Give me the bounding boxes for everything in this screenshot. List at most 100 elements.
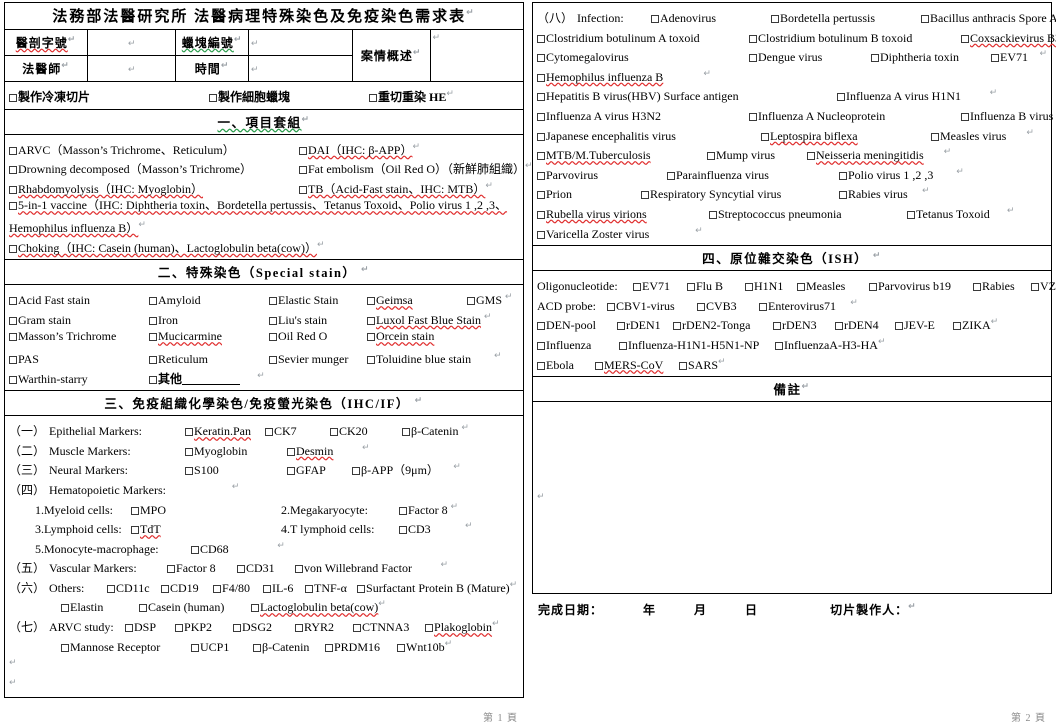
checkbox-icon[interactable] (9, 375, 17, 384)
checkbox-icon bluebox[interactable] (895, 322, 903, 331)
checkbox-icon[interactable] (330, 428, 339, 437)
checkbox-icon bluebox[interactable] (697, 302, 705, 311)
checkbox-icon bluebox[interactable] (961, 34, 969, 43)
checkbox-icon[interactable] (149, 333, 157, 342)
checkbox-icon[interactable] (537, 54, 545, 63)
checkbox-icon[interactable] (537, 132, 545, 141)
other-stain-input[interactable] (182, 383, 241, 385)
checkbox-mucicarmine[interactable]: Mucicarmine (149, 327, 269, 347)
checkbox-icon[interactable] (931, 132, 939, 141)
checkbox-icon[interactable] (961, 112, 969, 121)
checkbox-icon[interactable] (537, 152, 545, 161)
checkbox-icon[interactable] (367, 355, 375, 364)
checkbox-icon bluebox[interactable] (759, 302, 767, 311)
checkbox-icon bluebox[interactable] (633, 283, 641, 292)
checkbox-icon[interactable] (287, 447, 296, 456)
checkbox-icon bluebox[interactable] (595, 361, 603, 370)
checkbox-icon[interactable] (749, 54, 757, 63)
checkbox-icon[interactable] (9, 185, 17, 194)
checkbox-icon[interactable] (131, 526, 139, 535)
checkbox-icon bluebox[interactable] (687, 283, 695, 292)
checkbox-icon bluebox[interactable] (921, 15, 930, 23)
checkbox-ebola[interactable]: Ebola (537, 356, 595, 376)
checkbox-massons-trichrome[interactable]: Masson’s Trichrome (9, 327, 149, 347)
checkbox-icon bluebox[interactable] (869, 283, 877, 292)
checkbox-icon[interactable] (771, 15, 780, 23)
checkbox-icon[interactable] (537, 34, 545, 43)
checkbox-icon bluebox[interactable] (991, 54, 999, 63)
checkbox-icon[interactable] (263, 584, 272, 593)
checkbox-icon[interactable] (537, 230, 545, 239)
checkbox-5-in-1-vaccine[interactable]: 5-in-1 vaccine（IHC: Diphtheria toxin、Bor… (9, 196, 507, 216)
checkbox-icon[interactable] (871, 54, 879, 63)
checkbox-icon[interactable] (265, 428, 274, 437)
checkbox-icon bluebox[interactable] (607, 302, 615, 311)
checkbox-icon[interactable] (149, 355, 157, 364)
checkbox-icon[interactable] (467, 297, 475, 306)
checkbox-icon[interactable] (667, 171, 675, 180)
checkbox-icon[interactable] (213, 584, 222, 593)
checkbox-icon bluebox[interactable] (537, 361, 545, 370)
checkbox-icon[interactable] (295, 624, 304, 633)
checkbox-icon[interactable] (9, 333, 17, 342)
checkbox-icon[interactable] (233, 624, 242, 633)
checkbox-icon bluebox[interactable] (745, 283, 753, 292)
checkbox-icon[interactable] (709, 210, 717, 219)
checkbox-icon bluebox[interactable] (953, 322, 961, 331)
checkbox-icon[interactable] (9, 316, 17, 325)
checkbox-icon bluebox[interactable] (679, 361, 687, 370)
checkbox-icon[interactable] (305, 584, 314, 593)
checkbox-icon[interactable] (237, 565, 246, 574)
checkbox-icon bluebox[interactable] (797, 283, 805, 292)
checkbox-cell-block[interactable]: 製作細胞蠟塊 (209, 88, 369, 108)
checkbox-icon[interactable] (149, 297, 157, 306)
checkbox-icon[interactable] (191, 545, 199, 554)
checkbox-icon[interactable] (299, 185, 307, 194)
checkbox-icon[interactable] (839, 191, 847, 200)
checkbox-icon[interactable] (149, 316, 157, 325)
checkbox-icon[interactable] (61, 643, 69, 652)
field-time[interactable]: ↵ (247, 55, 353, 82)
checkbox-icon bluebox[interactable] (619, 341, 627, 350)
checkbox-icon[interactable] (641, 191, 649, 200)
checkbox-icon[interactable] (402, 428, 411, 437)
checkbox-icon[interactable] (367, 297, 375, 306)
checkbox-icon[interactable] (125, 624, 134, 633)
checkbox-icon[interactable] (367, 333, 375, 342)
checkbox-icon bluebox[interactable] (773, 322, 781, 331)
checkbox-icon[interactable] (353, 624, 362, 633)
notes-body-cell[interactable]: ↵ (532, 401, 1052, 595)
checkbox-icon[interactable] (357, 584, 366, 593)
checkbox-icon[interactable] (707, 152, 715, 161)
checkbox-icon[interactable] (9, 94, 17, 102)
checkbox-icon[interactable] (185, 467, 194, 476)
checkbox-icon[interactable] (807, 152, 815, 161)
checkbox-icon[interactable] (269, 316, 277, 325)
checkbox-varicella-zoster-virus[interactable]: Varicella Zoster virus ↵ (537, 222, 703, 245)
checkbox-icon[interactable] (287, 467, 296, 476)
checkbox-icon[interactable] (399, 526, 407, 535)
checkbox-icon bluebox[interactable] (835, 322, 843, 331)
field-case-summary[interactable]: ↵ (429, 29, 525, 82)
checkbox-icon[interactable] (107, 584, 116, 593)
checkbox-orcein-stain[interactable]: Orcein stain (367, 327, 434, 347)
checkbox-icon[interactable] (191, 643, 199, 652)
checkbox-icon[interactable] (425, 624, 434, 633)
checkbox-icon[interactable] (269, 333, 277, 342)
checkbox-icon[interactable] (9, 244, 17, 253)
checkbox-icon[interactable] (749, 34, 757, 43)
checkbox-sars[interactable]: SARS↵ (679, 353, 726, 376)
checkbox-icon[interactable] (9, 202, 17, 211)
checkbox-icon[interactable] (537, 171, 545, 180)
checkbox-icon[interactable] (295, 565, 304, 574)
checkbox-icon[interactable] (209, 94, 217, 102)
checkbox-frozen-section[interactable]: 製作冷凍切片 (9, 88, 209, 108)
checkbox-icon[interactable] (299, 146, 307, 155)
checkbox-icon[interactable] (537, 191, 545, 200)
checkbox-icon[interactable] (537, 210, 545, 219)
checkbox-icon[interactable] (131, 506, 139, 515)
checkbox-icon bluebox[interactable] (537, 322, 545, 331)
checkbox-icon bluebox[interactable] (1031, 283, 1039, 292)
checkbox-choking[interactable]: Choking（IHC: Casein (human)、Lactoglobuli… (9, 236, 325, 259)
checkbox-icon[interactable] (175, 624, 184, 633)
